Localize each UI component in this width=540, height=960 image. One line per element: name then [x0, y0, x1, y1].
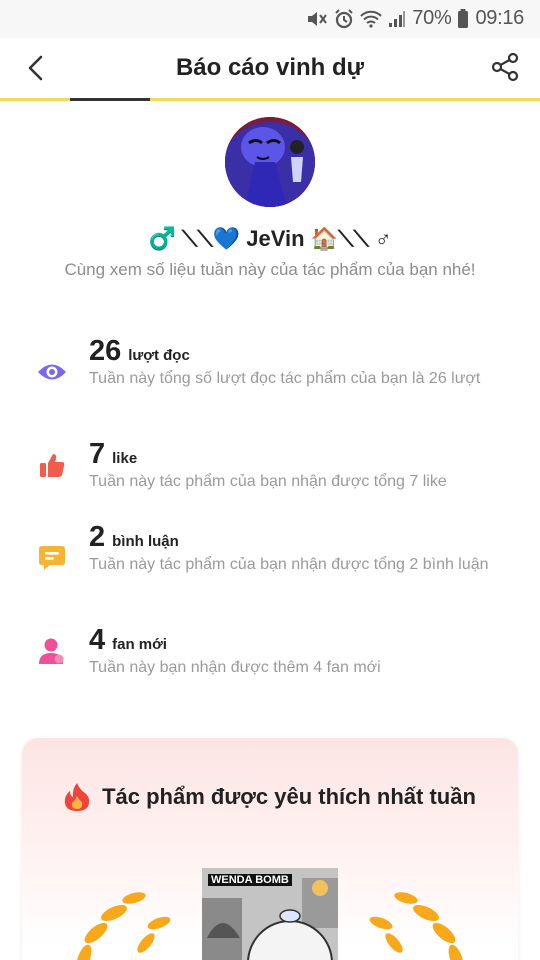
stat-unit: bình luận	[112, 533, 179, 550]
wifi-icon	[360, 10, 383, 28]
stat-description: Tuần này tác phẩm của bạn nhận được tổng…	[89, 473, 447, 490]
clock: 09:16	[475, 7, 524, 29]
battery-icon	[458, 8, 469, 28]
stat-comments-body: 2 bình luận Tuần này tác phẩm của bạn nh…	[89, 522, 506, 575]
thumbs-up-icon	[36, 449, 68, 481]
laurel-left-icon	[76, 892, 171, 960]
page-title: Báo cáo vinh dự	[175, 54, 365, 81]
signal-icon	[389, 10, 406, 27]
author-name: ♂️ ⟍⟍💙 JeVin 🏠⟍⟍ ♂	[148, 226, 392, 251]
stat-unit: like	[112, 450, 138, 467]
card-header: Tác phẩm được yêu thích nhất tuần	[22, 782, 518, 812]
laurel-right-icon	[369, 892, 464, 960]
stat-description: Tuần này tác phẩm của bạn nhận được tổng…	[89, 556, 489, 573]
share-button[interactable]	[488, 50, 522, 84]
fire-icon	[64, 783, 90, 811]
mute-icon	[308, 11, 328, 26]
stat-unit: fan mới	[112, 636, 167, 653]
stat-likes-body: 7 like Tuần này tác phẩm của bạn nhận đư…	[89, 439, 506, 492]
status-icons: 70% 09:16	[306, 7, 524, 30]
stat-reads-body: 26 lượt đọc Tuần này tổng số lượt đọc tá…	[89, 336, 506, 389]
stat-description: Tuần này bạn nhận được thêm 4 fan mới	[89, 659, 381, 676]
stat-description: Tuần này tổng số lượt đọc tác phẩm của b…	[89, 370, 481, 387]
stat-unit: lượt đọc	[128, 347, 190, 364]
share-icon	[491, 52, 519, 82]
status-bar: 70% 09:16	[0, 0, 540, 38]
report-subtitle: Cùng xem số liệu tuần này của tác phẩm c…	[64, 260, 476, 279]
stat-value: 2	[89, 521, 106, 553]
stat-value: 7	[89, 438, 106, 470]
cover-title: WENDA BOMB	[208, 874, 292, 886]
stat-value: 26	[89, 335, 122, 367]
author-avatar[interactable]	[225, 117, 315, 207]
card-title: Tác phẩm được yêu thích nhất tuần	[102, 784, 476, 809]
battery-percent: 70%	[412, 7, 452, 29]
eye-icon	[36, 356, 68, 388]
user-icon	[36, 635, 68, 667]
stat-new-fans-body: 4 fan mới Tuần này bạn nhận được thêm 4 …	[89, 625, 506, 678]
avatar-image	[225, 117, 315, 207]
alarm-icon	[335, 8, 354, 28]
favorite-work-card: Tác phẩm được yêu thích nhất tuần WENDA …	[22, 738, 518, 960]
work-cover[interactable]: WENDA BOMB	[202, 868, 338, 960]
stat-value: 4	[89, 624, 106, 656]
comment-icon	[36, 542, 68, 574]
header: Báo cáo vinh dự	[0, 38, 540, 98]
banner-edge	[70, 98, 150, 101]
